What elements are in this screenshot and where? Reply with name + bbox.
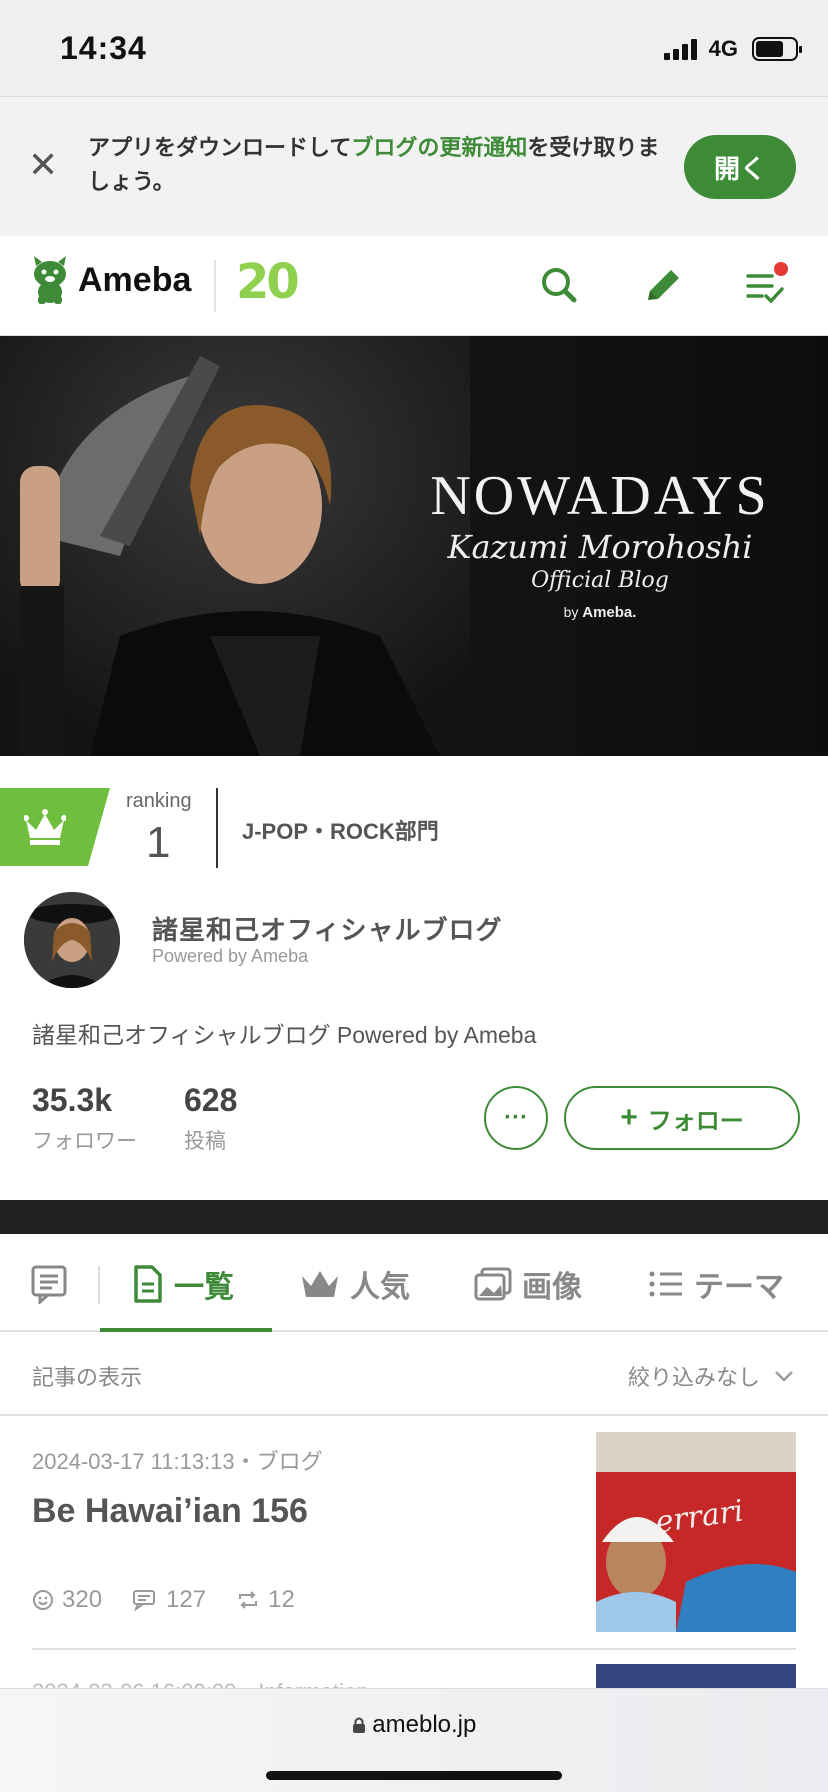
lock-icon (352, 1717, 365, 1733)
blog-tabs: 一覧 人気 画像 テーマ (0, 1234, 828, 1332)
filter-value: 絞り込みなし (627, 1365, 760, 1390)
ranking-badge (0, 788, 110, 866)
app-banner-text-pre: アプリをダウンロードして (88, 135, 352, 160)
notification-dot (774, 262, 788, 276)
comment-icon (133, 1590, 156, 1611)
blog-name[interactable]: 諸星和己オフィシャルブログ (152, 910, 502, 947)
follow-button[interactable]: + フォロー (564, 1086, 800, 1150)
tab-popular[interactable]: 人気 (300, 1260, 410, 1308)
section-divider-bar (0, 1200, 828, 1234)
document-icon (134, 1265, 162, 1303)
open-app-button[interactable]: 開く (684, 135, 796, 199)
article-counts: 320 127 12 (32, 1586, 295, 1614)
tab-images-label: 画像 (522, 1271, 582, 1304)
hero-by-brand: Ameba. (582, 604, 637, 621)
ranking-number: 1 (146, 818, 171, 867)
followers-stat[interactable]: 35.3k フォロワー (32, 1082, 137, 1155)
summary-icon (31, 1265, 67, 1304)
avatar[interactable] (24, 892, 120, 988)
filter-dropdown[interactable]: 絞り込みなし (628, 1360, 794, 1392)
blog-description: 諸星和己オフィシャルブログ Powered by Ameba (32, 1022, 537, 1048)
tab-themes-label: テーマ (694, 1271, 784, 1304)
close-icon[interactable]: ✕ (28, 147, 58, 183)
tab-list[interactable]: 一覧 (132, 1260, 234, 1308)
posts-count: 628 (184, 1082, 238, 1118)
ranking-divider (216, 788, 218, 868)
hero-title: NOWADAYS (430, 465, 770, 527)
hero-by-prefix: by (563, 604, 579, 620)
ameba-mascot-icon (34, 256, 66, 304)
article-next-thumbnail[interactable] (596, 1664, 796, 1690)
home-indicator[interactable] (266, 1771, 562, 1780)
site-header: Ameba 20 (0, 236, 828, 336)
blog-powered-by: Powered by Ameba (152, 946, 309, 966)
posts-stat: 628 投稿 (184, 1082, 237, 1155)
hero-byline: by Ameba. (400, 604, 800, 621)
article-thumbnail[interactable]: errari (596, 1432, 796, 1632)
browser-url-bar[interactable]: ameblo.jp (0, 1688, 828, 1792)
reblogs-value: 12 (268, 1586, 295, 1613)
filter-label: 記事の表示 (32, 1365, 143, 1390)
status-indicators: 4G (663, 36, 802, 62)
article-item-next[interactable]: 2024-03-06 16:00:00・Information (0, 1650, 828, 1690)
crown-icon (24, 809, 66, 845)
ranking-category: J-POP・ROCK部門 (242, 819, 439, 844)
list-icon (649, 1271, 682, 1297)
ameba-logo[interactable]: Ameba (30, 256, 191, 304)
hero-script: Kazumi Morohoshi (447, 528, 753, 566)
ranking-row[interactable]: ranking 1 J-POP・ROCK部門 (0, 788, 828, 868)
followers-count: 35.3k (32, 1082, 113, 1118)
plus-icon: + (620, 1101, 638, 1134)
tab-list-label: 一覧 (174, 1271, 234, 1304)
url-display[interactable]: ameblo.jp (0, 1711, 828, 1739)
comments-count: 127 (132, 1586, 206, 1614)
logo-text: Ameba (78, 260, 192, 299)
status-time: 14:34 (60, 30, 147, 66)
app-banner-highlight: ブログの更新通知 (351, 135, 528, 160)
search-icon[interactable] (534, 260, 586, 312)
smile-icon (33, 1590, 53, 1610)
url-text: ameblo.jp (372, 1711, 477, 1738)
anniversary-badge: 20 (236, 254, 300, 310)
status-bar: 14:34 4G (0, 0, 828, 96)
pencil-icon[interactable] (638, 260, 690, 312)
app-download-banner: ✕ アプリをダウンロードしてブログの更新通知を受け取りましょう。 開く (0, 96, 828, 236)
tab-summary[interactable] (30, 1260, 68, 1308)
comments-value: 127 (166, 1586, 207, 1613)
hero-subtitle: Official Blog (531, 568, 669, 593)
tab-separator (98, 1266, 100, 1304)
tab-images[interactable]: 画像 (474, 1260, 582, 1308)
likes-value: 320 (62, 1586, 103, 1613)
followers-label: フォロワー (32, 1130, 137, 1153)
image-icon (474, 1267, 512, 1301)
crown-icon (302, 1271, 338, 1297)
ranking-label: ranking (126, 790, 192, 812)
article-meta: 2024-03-17 11:13:13・ブログ (32, 1449, 323, 1474)
active-tab-indicator (100, 1328, 272, 1332)
likes-count: 320 (32, 1586, 102, 1614)
follow-label: フォロー (647, 1107, 744, 1135)
signal-icon (663, 38, 697, 60)
posts-label: 投稿 (184, 1130, 226, 1153)
header-divider (214, 260, 216, 312)
reblog-icon (239, 1591, 258, 1609)
reblogs-count: 12 (236, 1586, 295, 1614)
reader-list-icon[interactable] (740, 260, 792, 312)
tab-themes[interactable]: テーマ (648, 1260, 784, 1308)
battery-icon (752, 37, 802, 61)
network-label: 4G (708, 36, 738, 61)
blog-header-image: NOWADAYS Kazumi Morohoshi Official Blog … (0, 336, 828, 756)
article-title[interactable]: Be Hawai’ian 156 (32, 1492, 308, 1531)
more-options-button[interactable]: ··· (484, 1086, 548, 1150)
article-filter-row: 記事の表示 絞り込みなし (0, 1334, 828, 1416)
tab-popular-label: 人気 (350, 1271, 410, 1304)
app-banner-message: アプリをダウンロードしてブログの更新通知を受け取りましょう。 (88, 131, 668, 199)
chevron-down-icon (775, 1371, 793, 1382)
article-item[interactable]: 2024-03-17 11:13:13・ブログ Be Hawai’ian 156… (0, 1416, 828, 1648)
